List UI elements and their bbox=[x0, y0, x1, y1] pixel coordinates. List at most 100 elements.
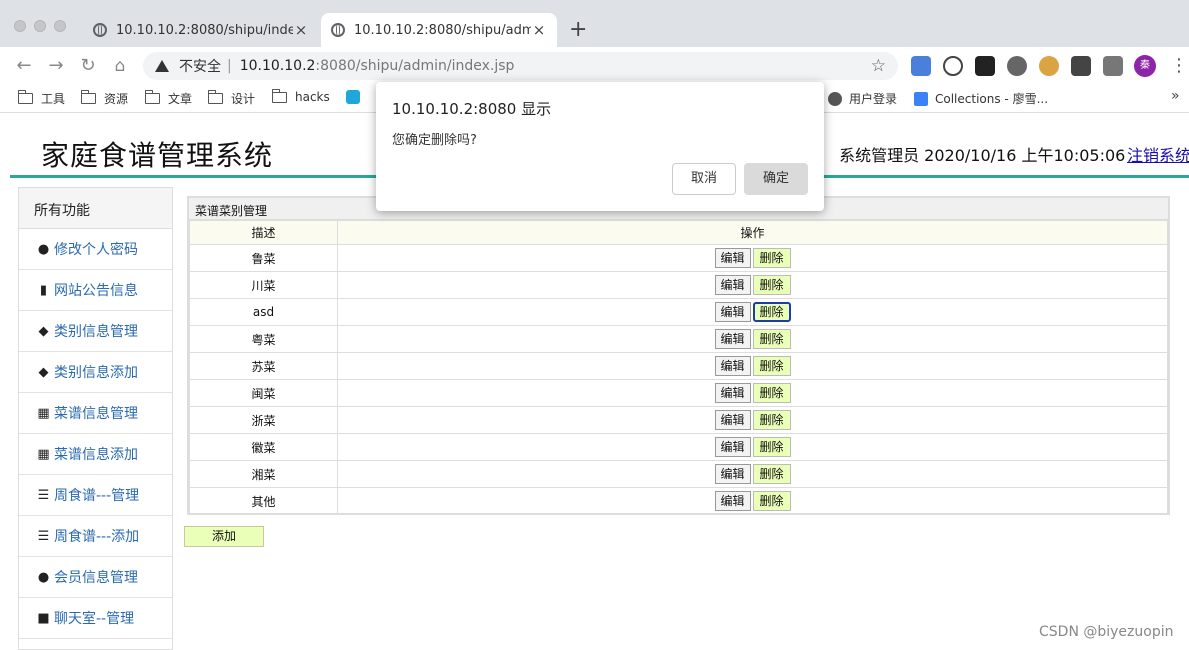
table-row: 鲁菜 编辑 删除 bbox=[189, 244, 1168, 272]
table-row: 湘菜 编辑 删除 bbox=[189, 460, 1168, 488]
address-separator: | bbox=[227, 58, 232, 74]
sidebar-item-label: 周食谱---管理 bbox=[54, 488, 140, 504]
delete-button[interactable]: 删除 bbox=[752, 275, 791, 295]
column-header: 描述 bbox=[189, 220, 338, 245]
sidebar-item-change-password[interactable]: ● 修改个人密码 bbox=[19, 229, 172, 270]
url-host: 10.10.10.2 bbox=[239, 58, 316, 74]
bookmark-star-icon[interactable]: ☆ bbox=[871, 56, 886, 76]
actions-cell: 编辑 删除 bbox=[337, 325, 1168, 353]
home-icon[interactable]: ⌂ bbox=[108, 54, 132, 78]
folder-icon bbox=[207, 90, 223, 104]
delete-button[interactable]: 删除 bbox=[752, 464, 791, 484]
back-arrow-icon[interactable]: ← bbox=[12, 54, 36, 78]
window-close-button[interactable] bbox=[14, 20, 26, 32]
delete-button[interactable]: 删除 bbox=[752, 410, 791, 430]
logout-link[interactable]: 注销系统 bbox=[1127, 142, 1189, 166]
sidebar-item-recipe-add[interactable]: ▦ 菜谱信息添加 bbox=[19, 434, 172, 475]
actions-cell: 编辑 删除 bbox=[337, 406, 1168, 434]
sidebar-item-weekly-manage[interactable]: ☰ 周食谱---管理 bbox=[19, 475, 172, 516]
bookmarks-overflow-button[interactable]: » bbox=[1171, 88, 1180, 104]
sidebar-item-category-manage[interactable]: ◆ 类别信息管理 bbox=[19, 311, 172, 352]
confirm-dialog: 10.10.10.2:8080 显示 您确定删除吗? 取消 确定 bbox=[376, 82, 824, 211]
category-table: 描述 操作 鲁菜 编辑 删除 川菜 编辑 删除 asd 编辑 删除 粤菜 编辑 删除 苏菜 编辑 删除 闽菜编… bbox=[189, 220, 1168, 515]
edit-button[interactable]: 编辑 bbox=[714, 302, 751, 322]
edit-button[interactable]: 编辑 bbox=[714, 356, 751, 376]
bookmark-folder-articles[interactable]: 文章 bbox=[144, 90, 193, 107]
sidebar-item-announcements[interactable]: ▮ 网站公告信息 bbox=[19, 270, 172, 311]
folder-icon bbox=[80, 90, 96, 104]
bookmark-folder-resources[interactable]: 资源 bbox=[80, 90, 128, 107]
sidebar-item-weekly-add[interactable]: ☰ 周食谱---添加 bbox=[19, 516, 172, 557]
bookmark-bilibili[interactable] bbox=[346, 90, 367, 104]
tab-close-icon[interactable]: × bbox=[293, 21, 309, 39]
tab-close-icon[interactable]: × bbox=[531, 21, 547, 39]
bookmark-user-login[interactable]: 用户登录 bbox=[828, 90, 897, 107]
ghost-extension-icon[interactable] bbox=[975, 56, 995, 76]
current-user-info: ： 系统管理员 2020/10/16 上午10:05:06 bbox=[818, 146, 1126, 165]
actions-cell: 编辑 删除 bbox=[337, 433, 1168, 461]
edit-button[interactable]: 编辑 bbox=[714, 410, 751, 430]
sidebar-item-label: 类别信息添加 bbox=[54, 365, 138, 381]
sidebar-item-label: 菜谱信息添加 bbox=[54, 447, 138, 463]
globe-icon bbox=[828, 91, 842, 106]
cube-extension-icon[interactable] bbox=[1071, 56, 1091, 76]
delete-button[interactable]: 删除 bbox=[752, 437, 791, 457]
table-row: 浙菜 编辑 删除 bbox=[189, 406, 1168, 434]
grid-icon: ▦ bbox=[37, 446, 50, 462]
window-maximize-button[interactable] bbox=[54, 20, 66, 32]
category-name-cell: 鲁菜 bbox=[189, 244, 338, 272]
edit-button[interactable]: 编辑 bbox=[714, 383, 751, 403]
menu-kebab-icon[interactable]: ⋮ bbox=[1170, 55, 1188, 77]
bookmark-folder-hacks[interactable]: hacks bbox=[271, 88, 330, 104]
new-tab-button[interactable]: + bbox=[569, 18, 587, 42]
category-panel: 菜谱菜别管理 描述 操作 鲁菜 编辑 删除 川菜 编辑 删除 asd 编辑 删除 粤菜 编辑 删除 苏菜… bbox=[187, 196, 1170, 515]
sidebar-item-label: 聊天室--管理 bbox=[54, 611, 135, 627]
sidebar-item-label: 修改个人密码 bbox=[54, 242, 138, 258]
sidebar-item-category-add[interactable]: ◆ 类别信息添加 bbox=[19, 352, 172, 393]
delete-button[interactable]: 删除 bbox=[752, 491, 791, 511]
category-name-cell: 川菜 bbox=[189, 271, 338, 299]
puzzle-extensions-icon[interactable] bbox=[1103, 56, 1123, 76]
category-name-cell: 徽菜 bbox=[189, 433, 338, 461]
delete-button[interactable]: 删除 bbox=[752, 302, 791, 322]
cookie-extension-icon[interactable] bbox=[1039, 56, 1059, 76]
delete-button[interactable]: 删除 bbox=[752, 329, 791, 349]
edit-button[interactable]: 编辑 bbox=[714, 248, 751, 268]
bookmark-collections[interactable]: Collections - 廖雪... bbox=[914, 90, 1048, 107]
bookmark-folder-tools[interactable]: 工具 bbox=[17, 90, 65, 107]
delete-button[interactable]: 删除 bbox=[752, 248, 791, 268]
browser-tab-admin[interactable]: 10.10.10.2:8080/shipu/admin/i × bbox=[321, 13, 557, 47]
delete-button[interactable]: 删除 bbox=[752, 356, 791, 376]
confirm-button[interactable]: 确定 bbox=[744, 163, 808, 195]
browser-tab-index[interactable]: 10.10.10.2:8080/shipu/index# × bbox=[83, 13, 319, 47]
add-category-button[interactable]: 添加 bbox=[184, 526, 264, 547]
grid-icon: ▦ bbox=[37, 405, 50, 421]
cancel-button[interactable]: 取消 bbox=[672, 163, 736, 195]
profile-avatar[interactable]: 秦 bbox=[1134, 55, 1156, 77]
category-name-cell: 湘菜 bbox=[189, 460, 338, 488]
bookmark-label: 文章 bbox=[168, 92, 193, 106]
sidebar-item-member-manage[interactable]: ● 会员信息管理 bbox=[19, 557, 172, 598]
bookmark-folder-design[interactable]: 设计 bbox=[207, 90, 255, 107]
forward-arrow-icon[interactable]: → bbox=[44, 54, 68, 78]
tags-icon: ◆ bbox=[38, 323, 49, 339]
edit-button[interactable]: 编辑 bbox=[714, 464, 751, 484]
edit-button[interactable]: 编辑 bbox=[714, 437, 751, 457]
sidebar-item-recipe-manage[interactable]: ▦ 菜谱信息管理 bbox=[19, 393, 172, 434]
window-minimize-button[interactable] bbox=[34, 20, 46, 32]
address-bar[interactable]: 不安全 | 10.10.10.2:8080/shipu/admin/index.… bbox=[143, 52, 898, 80]
bookmark-label: hacks bbox=[295, 90, 330, 104]
cat-extension-icon[interactable] bbox=[943, 56, 963, 76]
delete-button[interactable]: 删除 bbox=[752, 383, 791, 403]
edit-button[interactable]: 编辑 bbox=[714, 275, 751, 295]
reload-icon[interactable]: ↻ bbox=[76, 54, 100, 78]
sidebar-item-chatroom-manage[interactable]: ■ 聊天室--管理 bbox=[19, 598, 172, 639]
category-name-cell: 浙菜 bbox=[189, 406, 338, 434]
translate-extension-icon[interactable] bbox=[911, 56, 931, 76]
edit-button[interactable]: 编辑 bbox=[714, 329, 751, 349]
folder-icon bbox=[17, 90, 33, 104]
sidebar-item-label: 周食谱---添加 bbox=[54, 529, 140, 545]
table-row: 苏菜 编辑 删除 bbox=[189, 352, 1168, 380]
edit-button[interactable]: 编辑 bbox=[714, 491, 751, 511]
circles-extension-icon[interactable] bbox=[1007, 56, 1027, 76]
